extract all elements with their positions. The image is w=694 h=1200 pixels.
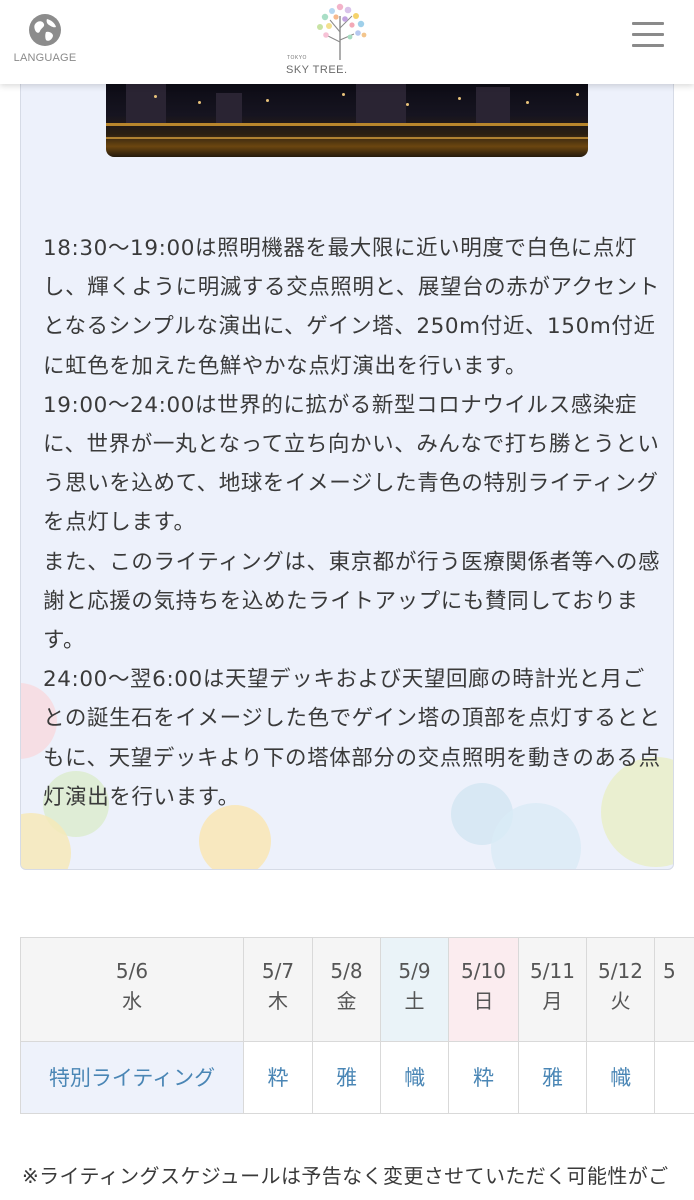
description-paragraph: 24:00〜翌6:00は天望デッキおよび天望回廊の時計光と月ごとの誕生石をイメー… (43, 667, 661, 810)
date-label: 5/11 (530, 959, 575, 983)
date-label: 5/8 (330, 959, 363, 983)
logo-small-text: TOKYO (287, 55, 307, 61)
tree-logo-icon (317, 3, 367, 60)
globe-icon (29, 14, 61, 46)
description-paragraph: 18:30〜19:00は照明機器を最大限に近い明度で白色に点灯し、輝くように明滅… (43, 236, 660, 379)
date-header-cell: 5/7 木 (244, 938, 313, 1042)
weekday-label: 土 (404, 989, 425, 1013)
row-label-special-lighting: 特別ライティング (21, 1042, 244, 1114)
language-label: LANGUAGE (13, 52, 77, 64)
date-label: 5/7 (261, 959, 295, 983)
date-label: 5/9 (398, 959, 431, 983)
logo-text: SKY TREE. (286, 64, 348, 76)
date-header-cell: 5/10 日 (449, 938, 519, 1042)
date-header-cell: 5/12 火 (587, 938, 655, 1042)
lighting-pattern-link[interactable]: 雅 (313, 1042, 381, 1114)
weekday-label: 日 (473, 989, 494, 1013)
weekday-label: 木 (268, 989, 288, 1013)
skytree-logo[interactable]: TOKYO SKY TREE. (282, 2, 398, 80)
hamburger-menu-icon[interactable] (632, 22, 666, 52)
date-header-cell: 5/8 金 (313, 938, 381, 1042)
weekday-label: 金 (336, 989, 357, 1013)
description-paragraph: また、このライティングは、東京都が行う医療関係者等への感謝と応援の気持ちを込めた… (43, 549, 661, 654)
language-button[interactable]: LANGUAGE (12, 12, 78, 64)
lighting-description: 18:30〜19:00は照明機器を最大限に近い明度で白色に点灯し、輝くように明滅… (43, 229, 663, 817)
schedule-footnote: ※ライティングスケジュールは予告なく変更させていただく可能性がご (22, 1164, 669, 1188)
lighting-pattern-link[interactable]: 粋 (244, 1042, 313, 1114)
description-paragraph: 19:00〜24:00は世界的に拡がる新型コロナウイルス感染症に、世界が一丸とな… (43, 392, 660, 536)
date-header-cell: 5 (655, 938, 694, 1042)
date-label: 5/10 (461, 959, 506, 983)
lighting-schedule-table: 5/6 水 5/7 木 5/8 金 5/9 土 5/10 日 5/11 月 5/12 火 5 … (20, 937, 694, 1114)
date-label: 5/6 (115, 959, 149, 983)
skytree-night-photo (106, 81, 588, 157)
lighting-pattern-link[interactable]: 粋 (449, 1042, 519, 1114)
date-label: 5/12 (598, 959, 643, 983)
date-label: 5 (663, 959, 676, 983)
weekday-label: 火 (610, 989, 631, 1013)
lighting-pattern-link[interactable] (655, 1042, 694, 1114)
weekday-label: 水 (122, 989, 142, 1013)
logo-mark: . (344, 64, 348, 76)
lighting-info-card: 18:30〜19:00は照明機器を最大限に近い明度で白色に点灯し、輝くように明滅… (20, 60, 674, 870)
lighting-pattern-link[interactable]: 雅 (519, 1042, 587, 1114)
date-header-cell: 5/6 水 (21, 938, 244, 1042)
date-header-cell: 5/11 月 (519, 938, 587, 1042)
site-header: LANGUAGE TOKYO SKY TREE. (0, 0, 694, 84)
lighting-pattern-link[interactable]: 幟 (587, 1042, 655, 1114)
lighting-pattern-link[interactable]: 幟 (381, 1042, 449, 1114)
weekday-label: 月 (542, 989, 563, 1013)
date-header-cell: 5/9 土 (381, 938, 449, 1042)
